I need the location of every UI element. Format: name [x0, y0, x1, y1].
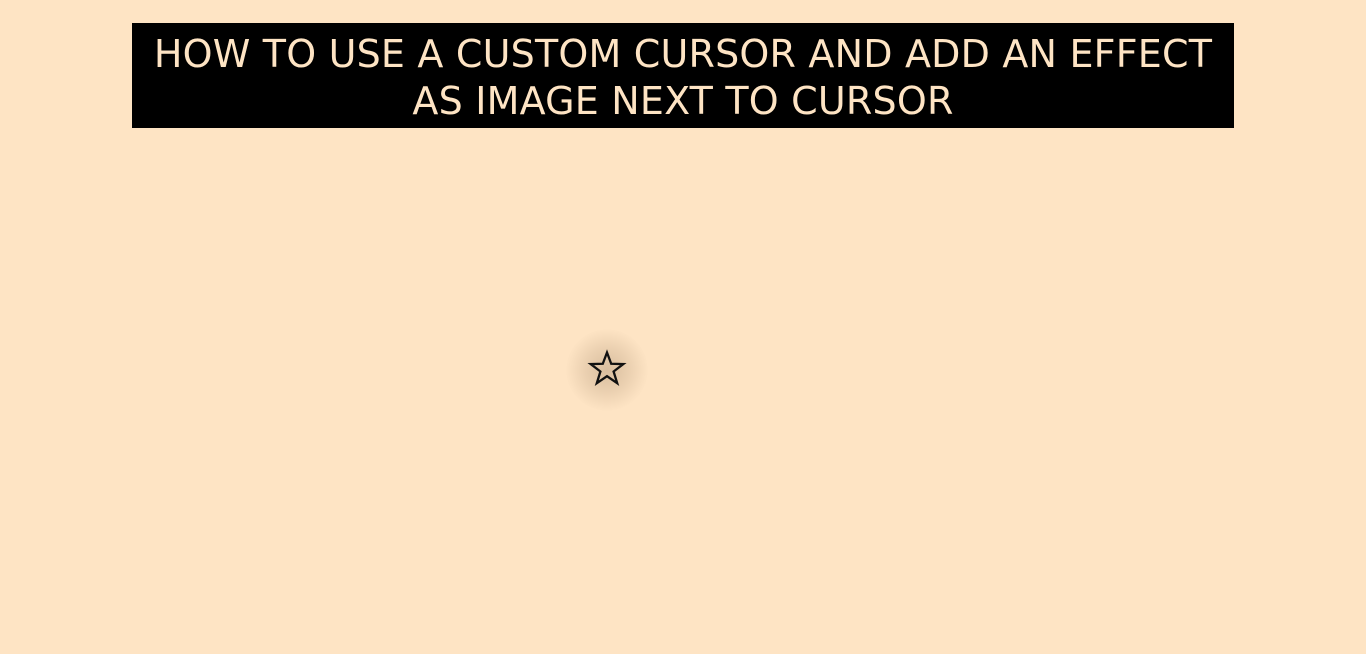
title-line-2: AS IMAGE NEXT TO CURSOR — [412, 79, 954, 123]
star-outline-icon — [587, 349, 627, 387]
star-cursor-icon — [585, 347, 629, 391]
page-canvas: HOW TO USE A CUSTOM CURSOR AND ADD AN EF… — [0, 0, 1366, 654]
title-banner: HOW TO USE A CUSTOM CURSOR AND ADD AN EF… — [132, 23, 1234, 128]
title-line-1: HOW TO USE A CUSTOM CURSOR AND ADD AN EF… — [153, 32, 1213, 76]
